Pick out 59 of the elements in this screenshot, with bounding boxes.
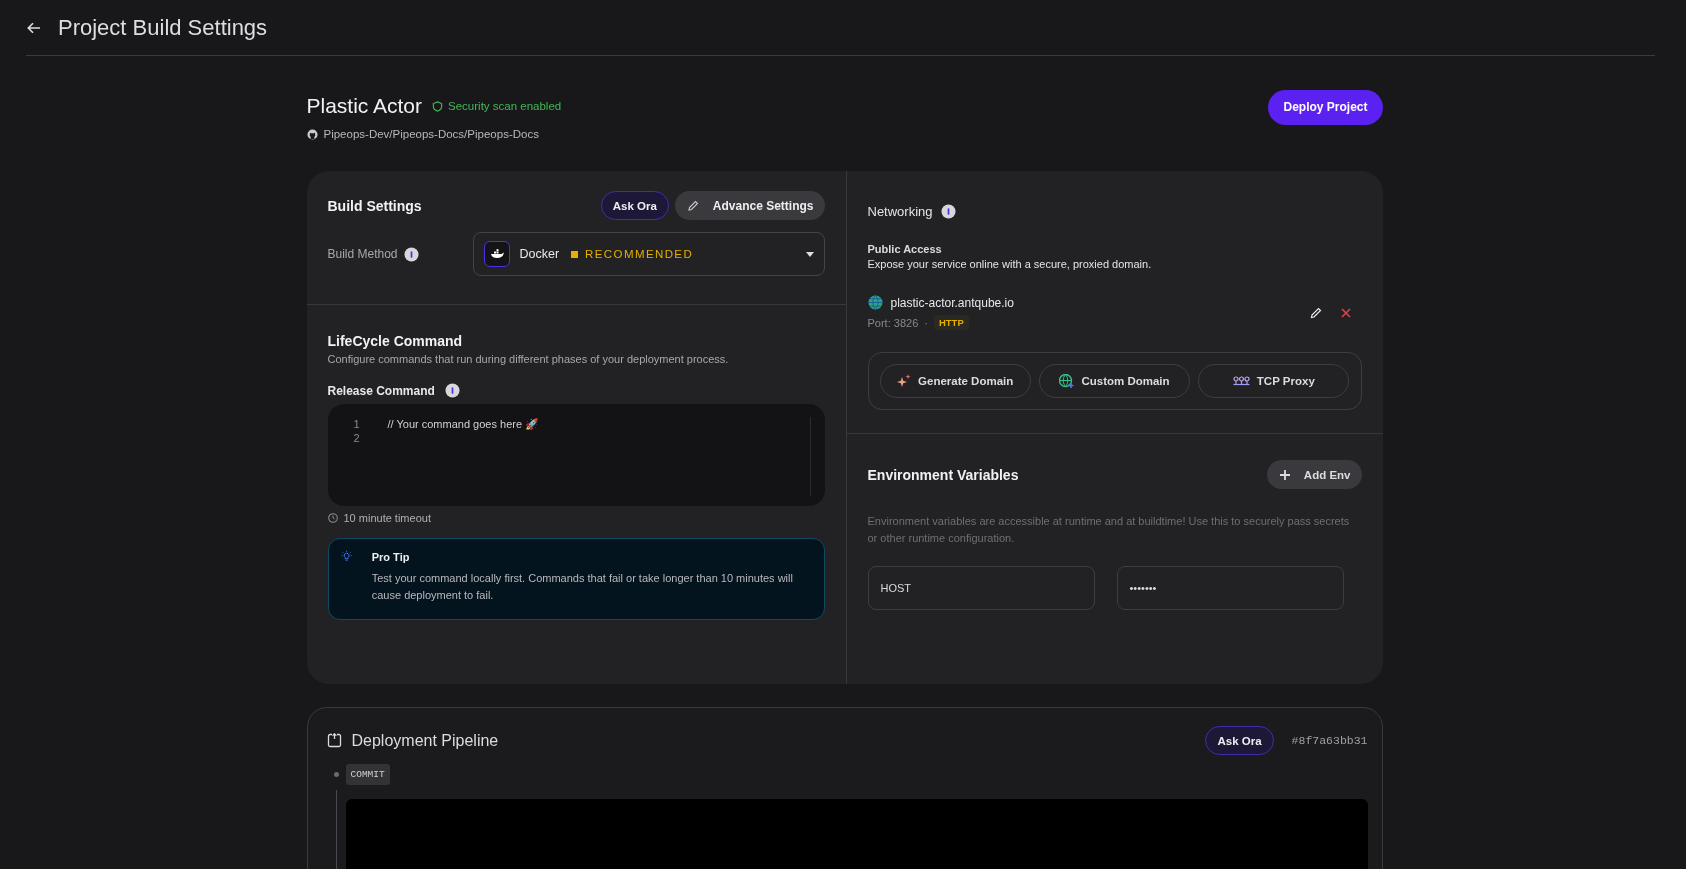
delete-button[interactable] [1339,306,1352,319]
commit-hash: #8f7a63bb31 [1291,734,1368,747]
subsection-title: Public Access [867,243,943,255]
section-title: Build Settings [327,197,422,214]
separator: · [924,316,928,329]
edit-button[interactable] [1309,306,1322,319]
domain-name[interactable]: plastic-actor.antqube.io [890,295,1014,310]
code-editor[interactable]: 1 2 // Your command goes here 🚀 [327,404,825,506]
ask-ai-button[interactable]: Ask Ora [1205,726,1274,755]
plus-icon [1279,469,1290,480]
domain-action-button[interactable]: TCP Proxy [1198,364,1350,398]
info-icon [444,383,460,398]
page-title: Project Build Settings [58,14,268,41]
protocol-badge: HTTP [933,315,969,330]
domain-action-button[interactable]: Custom Domain [1038,364,1191,398]
network-nodes-icon [1232,376,1250,386]
domain-action-button[interactable]: Generate Domain [879,364,1031,398]
square-icon [571,250,579,258]
section-description: Configure commands that run during different phases of your deployment process. [327,353,730,365]
globe-icon [867,295,883,310]
advance-settings-button[interactable]: Advance Settings [674,191,825,220]
caret-icon [805,251,814,257]
port-label: Port: 3826 [867,316,919,329]
build-method-select[interactable]: Docker RECOMMENDED [472,232,825,276]
pipeline-icon [326,733,342,748]
info-icon [940,204,956,219]
section-title: LifeCycle Command [327,333,464,349]
shield-icon [432,100,444,112]
repository-path[interactable]: Pipeops-Dev/Pipeops-Docs/Pipeops-Docs [323,128,539,140]
sparkle-icon [897,374,912,388]
section-title: Networking [867,204,933,219]
section-title: Environment Variables [867,466,1019,483]
section-description: Environment variables are accessible at runtime and at buildtime! Use this to securely pass secrets or other runtime configuration. [867,514,1351,546]
tip-title: Pro Tip [371,551,411,563]
globe-plus-icon [1059,373,1075,389]
line-number: 2 [353,431,360,445]
subsection-description: Expose your service online with a secure, proxied domain. [867,258,1153,270]
add-env-button[interactable]: Add Env [1266,460,1362,489]
deploy-button[interactable]: Deploy Project [1268,89,1383,125]
info-icon [403,246,419,262]
pencil-icon [686,199,699,212]
env-value-field[interactable]: ••••••• [1116,566,1344,610]
timeline-dot [333,772,339,777]
project-name: Plastic Actor [306,94,423,118]
lightbulb-icon [340,549,352,563]
line-number: 1 [353,417,360,431]
step-label: COMMIT [345,764,390,785]
clock-icon [327,513,338,523]
timeout-note: 10 minute timeout [343,512,431,524]
env-key-field[interactable]: HOST [867,566,1095,610]
github-icon [306,128,318,140]
security-status: Security scan enabled [448,100,562,112]
pipeline-title: Deployment Pipeline [351,731,499,750]
field-label: Build Method [327,247,398,261]
tip-text: Test your command locally first. Commands that fail or take longer than 10 minutes will cause deployment to fail. [371,571,794,603]
field-label: Release Command [327,383,435,398]
code-line: // Your command goes here 🚀 [387,417,541,431]
whale-icon [489,249,504,259]
ask-ai-button[interactable]: Ask Ora [600,191,669,220]
